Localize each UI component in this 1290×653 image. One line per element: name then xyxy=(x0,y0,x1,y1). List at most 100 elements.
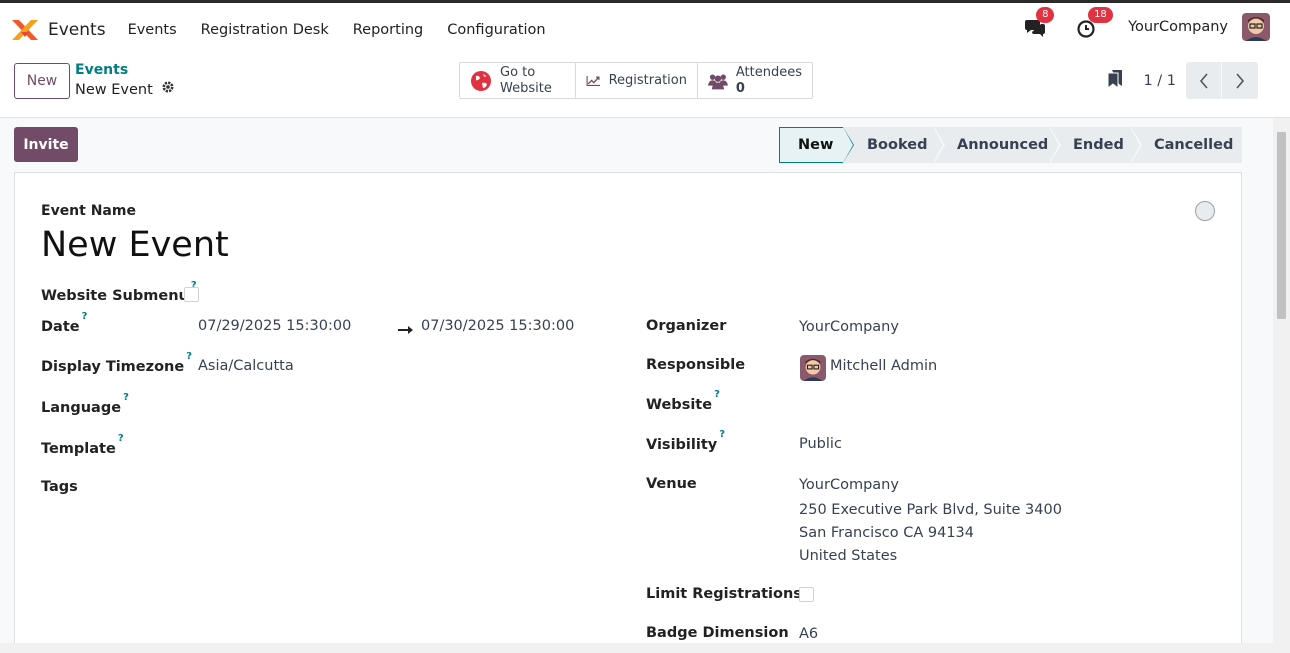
stage-booked-label: Booked xyxy=(867,137,928,153)
stage-cancelled[interactable]: Cancelled xyxy=(1130,127,1242,163)
limit-registrations-checkbox[interactable] xyxy=(799,587,814,602)
responsible-field[interactable]: Mitchell Admin xyxy=(830,358,937,374)
chevron-left-icon xyxy=(1199,72,1208,89)
badge-dimension-label: Badge Dimension xyxy=(646,625,789,641)
user-avatar[interactable] xyxy=(1242,13,1270,41)
venue-city: San Francisco CA 94134 xyxy=(799,525,974,541)
menu-registration-desk[interactable]: Registration Desk xyxy=(201,22,329,38)
menu-configuration[interactable]: Configuration xyxy=(447,22,545,38)
date-label-text: Date xyxy=(41,318,80,335)
gear-icon[interactable] xyxy=(161,79,175,101)
help-tooltip-icon[interactable]: ? xyxy=(719,429,725,440)
timezone-select[interactable]: Asia/Calcutta xyxy=(198,358,294,374)
attendees-count: 0 xyxy=(735,80,745,96)
go-to-website-line2: Website xyxy=(500,80,552,96)
event-name-label: Event Name xyxy=(41,203,136,219)
vertical-scrollbar-thumb[interactable] xyxy=(1277,132,1286,319)
bookmark-icon[interactable] xyxy=(1107,69,1123,93)
chevron-right-icon xyxy=(1236,72,1245,89)
venue-street: 250 Executive Park Blvd, Suite 3400 xyxy=(799,502,1062,518)
stage-announced-label: Announced xyxy=(957,137,1049,153)
menu-reporting[interactable]: Reporting xyxy=(353,22,424,38)
top-navbar: Events Events Registration Desk Reportin… xyxy=(0,0,1290,56)
pager-value[interactable]: 1 / 1 xyxy=(1143,73,1176,89)
app-name: Events xyxy=(48,19,106,40)
help-tooltip-icon[interactable]: ? xyxy=(714,389,720,400)
navbar-systray: 8 18 YourCompany xyxy=(1024,7,1270,41)
control-panel: New Events New Event Go to Website Regis… xyxy=(0,56,1290,118)
smart-buttons: Go to Website Registration Attendees 0 xyxy=(459,62,813,99)
messages-button[interactable]: 8 xyxy=(1024,7,1055,38)
visibility-label-text: Visibility xyxy=(646,436,718,453)
venue-label: Venue xyxy=(646,476,697,492)
horizontal-scrollbar[interactable] xyxy=(0,643,1290,653)
breadcrumb-events-link[interactable]: Events xyxy=(75,62,175,79)
breadcrumb: Events New Event xyxy=(75,62,175,101)
company-switcher[interactable]: YourCompany xyxy=(1128,19,1228,35)
date-label: Date? xyxy=(41,311,87,335)
activities-button[interactable]: 18 xyxy=(1076,7,1113,38)
activities-count-badge: 18 xyxy=(1088,7,1113,23)
template-label-text: Template xyxy=(41,440,116,457)
arrow-right-icon xyxy=(398,323,414,339)
line-chart-icon xyxy=(586,75,601,86)
globe-icon xyxy=(471,70,491,91)
website-label: Website? xyxy=(646,389,720,413)
badge-dimension-select[interactable]: A6 xyxy=(799,626,818,642)
users-icon xyxy=(708,74,728,89)
timezone-label: Display Timezone? xyxy=(41,351,192,375)
stage-ended-label: Ended xyxy=(1073,137,1124,153)
invite-button[interactable]: Invite xyxy=(14,127,78,162)
help-tooltip-icon[interactable]: ? xyxy=(186,351,192,362)
attendees-text: Attendees xyxy=(735,64,802,80)
new-record-button[interactable]: New xyxy=(14,63,70,99)
responsible-avatar xyxy=(800,355,826,381)
date-begin-field[interactable]: 07/29/2025 15:30:00 xyxy=(198,318,351,334)
vertical-scrollbar[interactable] xyxy=(1273,118,1290,643)
website-submenu-label: Website Submenu? xyxy=(41,280,197,304)
help-tooltip-icon[interactable]: ? xyxy=(82,311,88,322)
stage-new[interactable]: New xyxy=(779,127,854,163)
venue-name-field[interactable]: YourCompany xyxy=(799,477,899,493)
pager-previous-button[interactable] xyxy=(1186,62,1222,99)
breadcrumb-current: New Event xyxy=(75,79,175,101)
attendees-label: Attendees 0 xyxy=(736,65,802,97)
language-label-text: Language xyxy=(41,399,122,416)
template-label: Template? xyxy=(41,433,124,457)
form-sheet: Event Name New Event Website Submenu? Da… xyxy=(14,172,1242,653)
pager-next-button[interactable] xyxy=(1222,62,1258,99)
breadcrumb-current-label: New Event xyxy=(75,82,153,98)
events-app-logo-icon xyxy=(10,18,40,42)
pager: 1 / 1 xyxy=(1107,62,1258,99)
registration-button[interactable]: Registration xyxy=(576,63,698,98)
website-submenu-label-text: Website Submenu xyxy=(41,287,189,304)
menu-events[interactable]: Events xyxy=(128,22,177,38)
organizer-label: Organizer xyxy=(646,318,727,334)
go-to-website-button[interactable]: Go to Website xyxy=(460,63,576,98)
help-tooltip-icon[interactable]: ? xyxy=(118,433,124,444)
date-end-field[interactable]: 07/30/2025 15:30:00 xyxy=(421,318,574,334)
stage-cancelled-label: Cancelled xyxy=(1154,137,1234,153)
timezone-label-text: Display Timezone xyxy=(41,358,185,375)
go-to-website-label: Go to Website xyxy=(500,65,552,97)
stage-ended[interactable]: Ended xyxy=(1049,127,1142,163)
event-name-input[interactable]: New Event xyxy=(41,225,229,265)
language-label: Language? xyxy=(41,392,129,416)
stage-booked[interactable]: Booked xyxy=(843,127,945,163)
visibility-label: Visibility? xyxy=(646,429,725,453)
help-tooltip-icon[interactable]: ? xyxy=(123,392,129,403)
stage-statusbar: New Booked Announced Ended Cancelled xyxy=(779,127,1242,163)
attendees-button[interactable]: Attendees 0 xyxy=(698,63,812,98)
website-submenu-checkbox[interactable] xyxy=(184,287,199,302)
go-to-website-line1: Go to xyxy=(500,64,536,80)
registration-label: Registration xyxy=(608,72,687,88)
kanban-state-toggle[interactable] xyxy=(1195,201,1215,221)
limit-registrations-label: Limit Registrations xyxy=(646,586,802,602)
stage-announced[interactable]: Announced xyxy=(933,127,1061,163)
main-menu: Events Registration Desk Reporting Confi… xyxy=(128,22,570,38)
visibility-select[interactable]: Public xyxy=(799,436,842,452)
organizer-field[interactable]: YourCompany xyxy=(799,319,899,335)
stage-new-label: New xyxy=(798,137,834,153)
responsible-label: Responsible xyxy=(646,357,746,373)
app-brand[interactable]: Events xyxy=(10,18,106,42)
